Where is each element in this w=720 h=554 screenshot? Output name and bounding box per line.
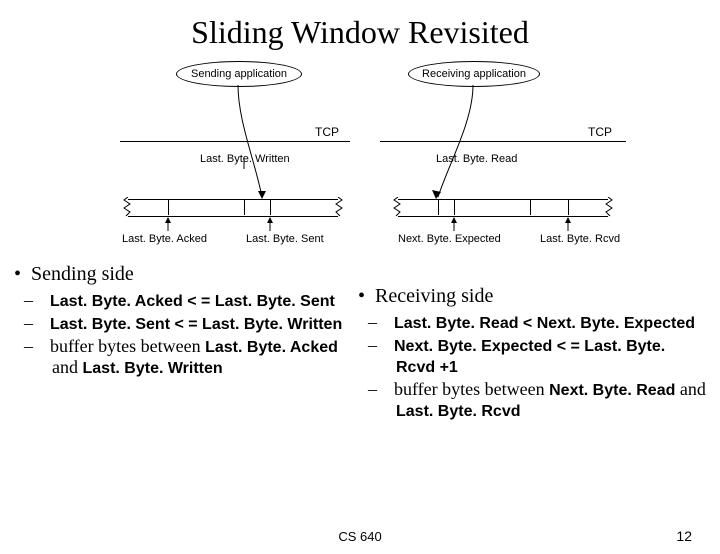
diagram: Sending application Receiving applicatio…: [0, 51, 720, 261]
receiving-header: • Receiving side: [358, 285, 706, 308]
sending-item-1: –Last. Byte. Acked < = Last. Byte. Sent: [38, 290, 346, 311]
body-columns: • Sending side –Last. Byte. Acked < = La…: [0, 261, 720, 423]
slide-title: Sliding Window Revisited: [0, 14, 720, 51]
tcp-label-right: TCP: [588, 125, 612, 139]
sending-item-3: –buffer bytes between Last. Byte. Acked …: [38, 336, 346, 378]
receiving-item-1: –Last. Byte. Read < Next. Byte. Expected: [382, 312, 706, 333]
footer-page: 12: [676, 528, 692, 544]
receiving-buffer: [398, 199, 608, 217]
receiving-app-ellipse: Receiving application: [408, 61, 540, 87]
last-byte-written-label: Last. Byte. Written: [200, 153, 290, 165]
next-byte-expected-label: Next. Byte. Expected: [398, 233, 501, 245]
tcp-label-left: TCP: [315, 125, 339, 139]
receiving-item-3: –buffer bytes between Next. Byte. Read a…: [382, 379, 706, 421]
last-byte-rcvd-label: Last. Byte. Rcvd: [540, 233, 620, 245]
last-byte-sent-label: Last. Byte. Sent: [246, 233, 324, 245]
receiving-item-2: –Next. Byte. Expected < = Last. Byte. Rc…: [382, 335, 706, 377]
last-byte-acked-label: Last. Byte. Acked: [122, 233, 207, 245]
receiving-side-col: • Receiving side –Last. Byte. Read < Nex…: [360, 261, 720, 423]
last-byte-read-label: Last. Byte. Read: [436, 153, 517, 165]
footer-course: CS 640: [338, 529, 381, 544]
sending-buffer: [128, 199, 338, 217]
sending-app-ellipse: Sending application: [176, 61, 302, 87]
sending-header: • Sending side: [14, 263, 346, 286]
sending-item-2: –Last. Byte. Sent < = Last. Byte. Writte…: [38, 313, 346, 334]
sending-side-col: • Sending side –Last. Byte. Acked < = La…: [0, 261, 360, 423]
